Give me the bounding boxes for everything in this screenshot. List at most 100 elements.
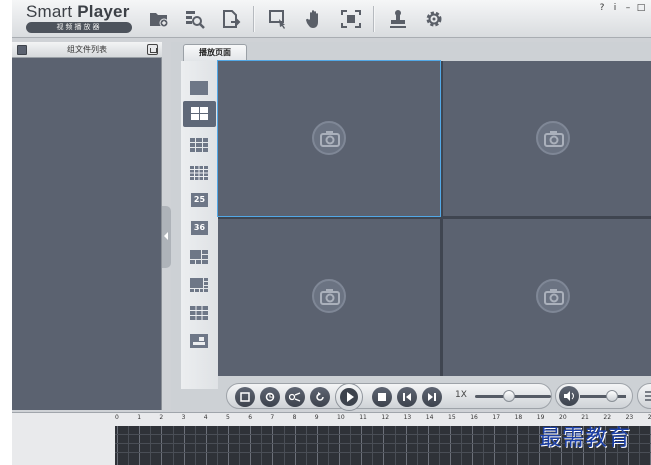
timeline-half-line bbox=[483, 426, 485, 465]
volume-icon[interactable] bbox=[559, 386, 579, 406]
play-area: 播放页面 25 36 1X bbox=[171, 42, 651, 411]
volume-slider-track[interactable] bbox=[580, 395, 626, 398]
timeline-half-line bbox=[305, 426, 307, 465]
smart-player-window: Smart Player 视频播放器 ? i – □ 组文件列表 播放页面 25… bbox=[12, 0, 651, 465]
timeline-hour-line bbox=[316, 426, 318, 465]
timeline-hour-line bbox=[472, 426, 474, 465]
timeline-hour-line bbox=[405, 426, 407, 465]
timeline-half-line bbox=[194, 426, 196, 465]
timeline-hour-line bbox=[427, 426, 429, 465]
collapse-arrow-icon bbox=[164, 232, 168, 240]
timeline-hour-label: 5 bbox=[226, 414, 230, 421]
timeline-hour-label: 8 bbox=[292, 414, 297, 421]
settings-gear-icon[interactable] bbox=[421, 6, 447, 32]
timeline-hour-label: 18 bbox=[514, 414, 523, 421]
layout-selector: 25 36 bbox=[181, 61, 218, 389]
video-grid bbox=[217, 60, 651, 376]
hand-icon[interactable] bbox=[302, 6, 328, 32]
camera-icon bbox=[536, 279, 570, 313]
layout-25-button[interactable]: 25 bbox=[191, 193, 208, 207]
timeline-hour-line bbox=[161, 426, 163, 465]
stamp-icon[interactable] bbox=[385, 6, 411, 32]
timeline-half-line bbox=[150, 426, 152, 465]
camera-icon bbox=[312, 121, 346, 155]
timeline-hour-label: 10 bbox=[337, 414, 345, 421]
info-button[interactable]: i bbox=[610, 2, 620, 14]
timeline-half-line bbox=[283, 426, 285, 465]
maximize-button[interactable]: □ bbox=[636, 2, 646, 14]
menu-icon bbox=[645, 391, 651, 401]
speed-label: 1X bbox=[455, 390, 467, 400]
timeline-hour-label: 12 bbox=[381, 414, 390, 421]
frame-back-button[interactable] bbox=[397, 387, 417, 407]
volume-slider-handle[interactable] bbox=[606, 390, 619, 402]
timeline-half-line bbox=[261, 426, 263, 465]
timeline-half-line bbox=[239, 426, 241, 465]
app-subtitle: 视频播放器 bbox=[26, 22, 132, 33]
close-video-button[interactable] bbox=[235, 387, 255, 407]
toolbar-separator bbox=[253, 6, 254, 32]
rewind-button[interactable] bbox=[310, 387, 330, 407]
timeline-hour-line bbox=[250, 426, 252, 465]
timeline-hour-line bbox=[494, 426, 496, 465]
search-file-icon[interactable] bbox=[182, 6, 208, 32]
layout-16-button[interactable] bbox=[190, 165, 208, 180]
video-pane-4[interactable] bbox=[443, 219, 651, 376]
playback-control-bar: 1X bbox=[218, 382, 651, 411]
timeline-hour-line bbox=[361, 426, 363, 465]
clip-button[interactable] bbox=[285, 387, 305, 407]
timeline-hour-label: 9 bbox=[314, 414, 319, 421]
timeline-hour-line bbox=[383, 426, 385, 465]
timeline-half-line bbox=[216, 426, 218, 465]
video-pane-2[interactable] bbox=[443, 61, 651, 216]
export-file-icon[interactable] bbox=[218, 6, 244, 32]
layout-6-button[interactable] bbox=[190, 249, 208, 264]
file-list-panel: 组文件列表 bbox=[12, 42, 162, 410]
timeline-row-line bbox=[115, 452, 651, 453]
frame-forward-button[interactable] bbox=[422, 387, 442, 407]
play-button[interactable] bbox=[335, 383, 363, 411]
speed-slider-handle[interactable] bbox=[503, 390, 516, 402]
capture-icon[interactable] bbox=[265, 6, 291, 32]
layout-13-button[interactable] bbox=[190, 305, 208, 320]
stop-button[interactable] bbox=[372, 387, 392, 407]
fullscreen-icon[interactable] bbox=[338, 6, 364, 32]
timeline-half-line bbox=[172, 426, 174, 465]
video-pane-1[interactable] bbox=[217, 60, 441, 217]
timeline-half-line bbox=[527, 426, 529, 465]
timeline-hour-line bbox=[339, 426, 340, 465]
toolbar-separator bbox=[373, 6, 374, 32]
timeline-hour-label: 2 bbox=[159, 414, 164, 421]
collapse-panel-handle[interactable] bbox=[162, 206, 171, 268]
tab-play-page[interactable]: 播放页面 bbox=[183, 44, 247, 61]
minimize-button[interactable]: – bbox=[623, 2, 633, 14]
help-button[interactable]: ? bbox=[597, 2, 607, 14]
timeline-hour-line bbox=[117, 426, 118, 465]
layout-1-button[interactable] bbox=[190, 80, 208, 95]
watermark-text: 最需教育 bbox=[539, 426, 632, 451]
layout-4-button[interactable] bbox=[183, 101, 216, 127]
timeline-hour-label: 1 bbox=[137, 414, 142, 421]
more-menu-button[interactable] bbox=[637, 383, 651, 409]
timeline-hour-label: 3 bbox=[181, 414, 186, 421]
timeline-hour-label: 16 bbox=[470, 414, 478, 421]
layout-8-button[interactable] bbox=[190, 277, 208, 292]
timeline-hour-label: 4 bbox=[203, 414, 208, 421]
timeline-half-line bbox=[416, 426, 418, 465]
app-title: Smart Player bbox=[26, 2, 130, 21]
timeline-hour-line bbox=[205, 426, 207, 465]
layout-36-button[interactable]: 36 bbox=[191, 221, 208, 235]
timeline-hour-label: 15 bbox=[448, 414, 456, 421]
layout-custom-button[interactable] bbox=[190, 333, 208, 348]
file-list-header: 组文件列表 bbox=[12, 42, 162, 58]
timeline-hour-line bbox=[183, 426, 185, 465]
timeline-hour-label: 14 bbox=[425, 414, 434, 421]
select-all-checkbox[interactable] bbox=[17, 45, 27, 55]
timeline-hour-line bbox=[450, 426, 451, 465]
video-pane-3[interactable] bbox=[218, 219, 440, 376]
timeline-half-line bbox=[638, 426, 640, 465]
layout-9-button[interactable] bbox=[190, 137, 208, 152]
delete-icon[interactable] bbox=[147, 44, 158, 55]
folder-add-icon[interactable] bbox=[146, 6, 172, 32]
snapshot-button[interactable] bbox=[260, 387, 280, 407]
